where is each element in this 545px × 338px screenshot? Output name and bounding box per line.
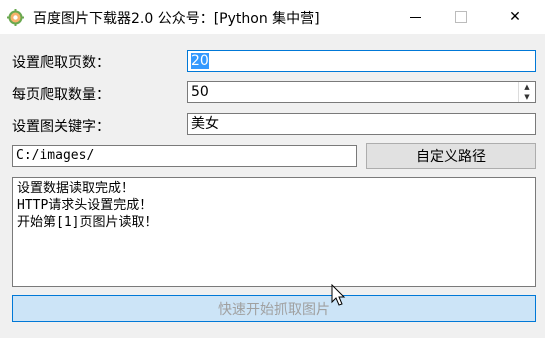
custom-path-button[interactable]: 自定义路径 [366,143,536,169]
spin-buttons[interactable]: ▲ ▼ [518,82,535,102]
pages-label: 设置爬取页数： [12,55,110,71]
count-spinbox[interactable]: 50 ▲ ▼ [187,81,536,103]
pages-input[interactable]: 20 [187,50,536,72]
main-panel: 设置爬取页数： 20 每页爬取数量： 50 ▲ ▼ 设置图关键字： 美女 C:/… [0,34,545,338]
log-line: 设置数据读取完成！ [17,181,135,196]
path-input[interactable]: C:/images/ [12,145,357,167]
close-button[interactable]: ✕ [492,0,538,34]
window-title: 百度图片下载器2.0 公众号：[Python 集中营] [33,11,320,27]
maximize-button[interactable] [438,0,484,34]
keyword-value: 美女 [191,116,219,132]
gear-icon [7,9,24,26]
count-value: 50 [191,84,209,100]
spin-down-icon[interactable]: ▼ [519,92,535,102]
pages-value: 20 [191,53,209,69]
path-value: C:/images/ [16,148,95,163]
minimize-icon [409,16,421,18]
keyword-input[interactable]: 美女 [187,113,536,135]
log-output[interactable]: 设置数据读取完成！ HTTP请求头设置完成！ 开始第[1]页图片读取！ [12,177,536,287]
keyword-label: 设置图关键字： [12,119,110,135]
mouse-cursor-icon [331,284,346,306]
log-line: HTTP请求头设置完成！ [17,198,153,213]
start-button[interactable]: 快速开始抓取图片 [12,295,536,322]
count-label: 每页爬取数量： [12,87,110,103]
minimize-button[interactable] [392,0,438,34]
log-line: 开始第[1]页图片读取！ [17,215,158,230]
maximize-icon [455,11,467,23]
close-icon: ✕ [509,9,521,25]
title-bar: 百度图片下载器2.0 公众号：[Python 集中营] ✕ [0,0,545,34]
